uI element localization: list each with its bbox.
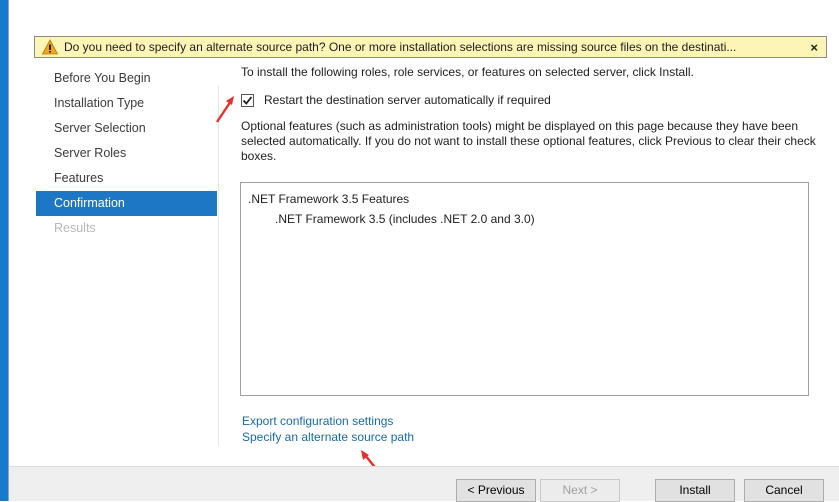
checkmark-icon	[242, 95, 253, 105]
annotation-arrow-icon	[216, 96, 234, 123]
nav-item-features[interactable]: Features	[36, 166, 217, 191]
install-button[interactable]: Install	[655, 479, 735, 502]
next-button: Next >	[540, 479, 620, 502]
intro-text: To install the following roles, role ser…	[241, 65, 694, 79]
optional-features-text: Optional features (such as administratio…	[241, 119, 816, 163]
feature-item: .NET Framework 3.5 Features	[248, 192, 410, 206]
nav-item-installation-type[interactable]: Installation Type	[36, 91, 217, 116]
close-icon[interactable]: ×	[810, 40, 818, 55]
wizard-nav: Before You Begin Installation Type Serve…	[36, 66, 217, 241]
window-accent-edge	[0, 0, 8, 501]
nav-divider	[218, 86, 219, 446]
nav-item-server-selection[interactable]: Server Selection	[36, 116, 217, 141]
feature-subitem: .NET Framework 3.5 (includes .NET 2.0 an…	[275, 212, 535, 226]
confirmation-content: To install the following roles, role ser…	[241, 63, 821, 163]
features-list: .NET Framework 3.5 Features .NET Framewo…	[240, 182, 809, 396]
nav-item-before-you-begin[interactable]: Before You Begin	[36, 66, 217, 91]
cancel-button[interactable]: Cancel	[744, 479, 824, 502]
export-config-link[interactable]: Export configuration settings	[242, 413, 414, 429]
nav-item-confirmation[interactable]: Confirmation	[36, 191, 217, 216]
nav-item-server-roles[interactable]: Server Roles	[36, 141, 217, 166]
nav-item-results: Results	[54, 221, 96, 235]
restart-label[interactable]: Restart the destination server automatic…	[264, 93, 551, 107]
warning-icon	[41, 39, 59, 55]
alternate-source-link[interactable]: Specify an alternate source path	[242, 429, 414, 445]
restart-option[interactable]: Restart the destination server automatic…	[241, 93, 551, 107]
wizard-footer: < Previous Next > Install Cancel	[9, 466, 839, 502]
previous-button[interactable]: < Previous	[456, 479, 536, 502]
links-section: Export configuration settings Specify an…	[242, 413, 414, 445]
warning-message: Do you need to specify an alternate sour…	[64, 40, 737, 54]
warning-bar: Do you need to specify an alternate sour…	[34, 36, 827, 58]
window-border	[8, 0, 9, 501]
restart-checkbox[interactable]	[241, 93, 254, 107]
